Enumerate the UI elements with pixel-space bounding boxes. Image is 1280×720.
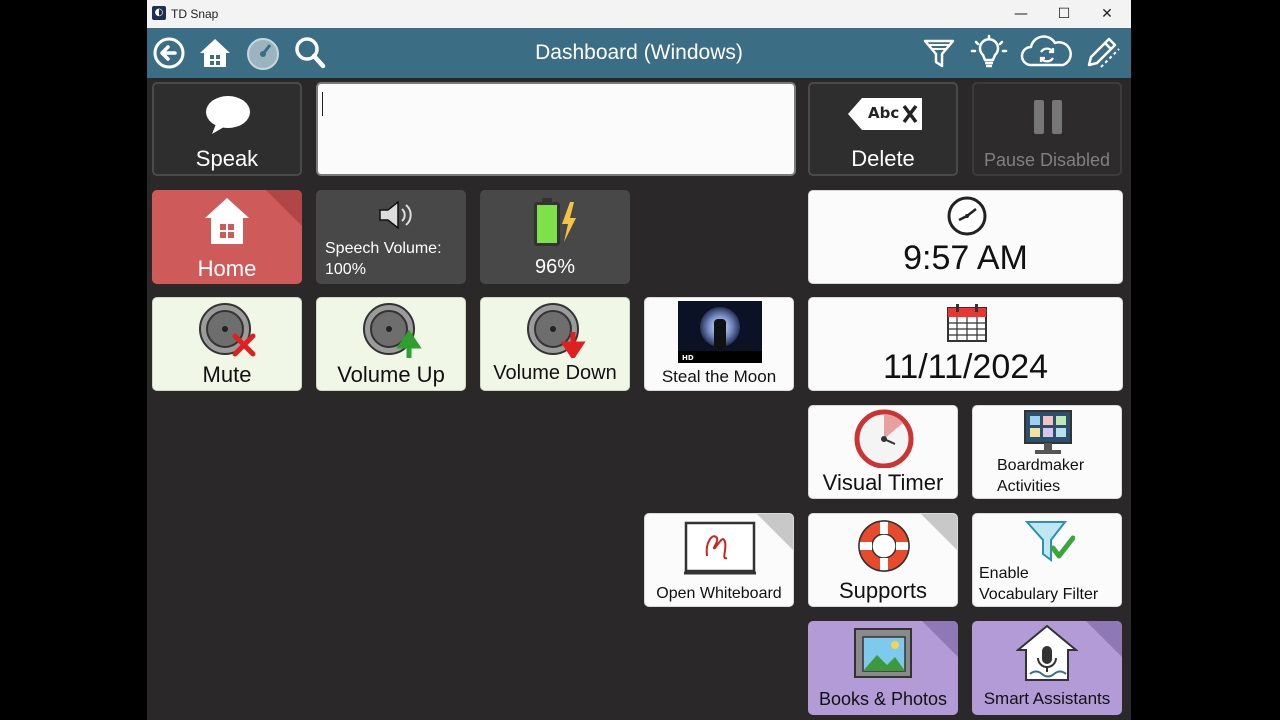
speaker-icon — [379, 200, 412, 230]
battery-button[interactable]: 96% — [480, 190, 630, 284]
pause-icon — [1034, 100, 1044, 134]
speak-label: Speak — [195, 146, 259, 171]
lightbulb-icon[interactable] — [969, 33, 1009, 73]
speech-volume-label: Speech Volume: — [325, 240, 442, 257]
clock-button[interactable]: 9:57 AM — [808, 190, 1123, 284]
delete-word-icon: Abc — [846, 96, 924, 132]
boardmaker-label-line1: Boardmaker — [997, 457, 1085, 474]
battery-charging-icon — [534, 198, 576, 246]
window-title: TD Snap — [171, 7, 219, 21]
text-cursor — [322, 92, 323, 116]
app-icon: ◐ — [152, 6, 166, 20]
home-icon[interactable] — [195, 33, 235, 73]
supports-button[interactable]: Supports — [808, 513, 958, 607]
steal-the-moon-label: Steal the Moon — [661, 367, 777, 386]
volume-up-icon — [363, 303, 422, 358]
clock-icon — [947, 196, 987, 236]
photo-album-icon — [854, 628, 912, 678]
open-whiteboard-label: Open Whiteboard — [656, 585, 782, 602]
mute-speaker-icon — [199, 303, 256, 357]
visual-timer-button[interactable]: Visual Timer — [808, 405, 958, 499]
vocabulary-filter-check-icon — [1025, 521, 1075, 562]
window-titlebar: ◐ TD Snap — ☐ ✕ — [147, 0, 1131, 29]
back-arrow-icon[interactable] — [149, 33, 189, 73]
home-button[interactable]: Home — [152, 190, 302, 284]
volume-up-button[interactable]: Volume Up — [316, 297, 466, 391]
supports-label: Supports — [838, 578, 928, 603]
home-icon — [205, 198, 249, 244]
whiteboard-icon — [684, 521, 756, 575]
volume-down-label: Volume Down — [493, 362, 617, 384]
delete-label: Delete — [851, 146, 915, 171]
steal-the-moon-button[interactable]: HD Steal the Moon — [644, 297, 794, 391]
enable-vocab-label-line1: Enable — [979, 565, 1029, 582]
edit-pencil-icon[interactable] — [1081, 33, 1121, 73]
mute-label: Mute — [202, 362, 252, 387]
calendar-icon — [947, 304, 987, 342]
visual-timer-label: Visual Timer — [822, 470, 944, 495]
maximize-button[interactable]: ☐ — [1044, 4, 1084, 24]
enable-vocabulary-filter-button[interactable]: Enable Vocabulary Filter — [972, 513, 1122, 607]
books-photos-label: Books & Photos — [818, 689, 948, 709]
delete-button[interactable]: Abc Delete — [808, 82, 958, 176]
mute-button[interactable]: Mute — [152, 297, 302, 391]
date-label: 11/11/2024 — [882, 348, 1049, 386]
td-snap-window: ◐ TD Snap — ☐ ✕ Dashboard (Windows) Spea… — [147, 0, 1131, 720]
sync-cloud-icon[interactable] — [1019, 33, 1075, 73]
clock-time: 9:57 AM — [903, 239, 1028, 277]
speech-bubble-icon — [206, 96, 250, 134]
home-label: Home — [197, 256, 257, 281]
page-title: Dashboard (Windows) — [535, 41, 743, 64]
speech-volume-button[interactable]: Speech Volume: 100% — [316, 190, 466, 284]
speak-button[interactable]: Speak — [152, 82, 302, 176]
vocabulary-filter-icon[interactable] — [919, 33, 959, 73]
boardmaker-monitor-icon — [1024, 410, 1072, 454]
smart-assistants-button[interactable]: Smart Assistants — [972, 621, 1122, 715]
smart-home-assistant-icon — [1016, 624, 1078, 681]
minimize-button[interactable]: — — [1001, 4, 1041, 24]
enable-vocab-label-line2: Vocabulary Filter — [979, 586, 1099, 603]
books-photos-button[interactable]: Books & Photos — [808, 621, 958, 715]
message-window[interactable] — [316, 82, 796, 176]
dashboard-gauge-icon[interactable] — [243, 33, 283, 73]
visual-timer-icon — [854, 409, 914, 468]
volume-up-label: Volume Up — [337, 362, 445, 387]
boardmaker-label-line2: Activities — [997, 478, 1061, 495]
open-whiteboard-button[interactable]: Open Whiteboard — [644, 513, 794, 607]
video-thumbnail: HD — [678, 301, 762, 363]
speech-volume-value: 100% — [325, 261, 366, 278]
pause-label: Pause Disabled — [983, 150, 1111, 170]
volume-down-icon — [527, 303, 586, 358]
date-button[interactable]: 11/11/2024 — [808, 297, 1123, 391]
volume-down-button[interactable]: Volume Down — [480, 297, 630, 391]
hd-badge: HD — [682, 354, 694, 362]
boardmaker-activities-button[interactable]: Boardmaker Activities — [972, 405, 1122, 499]
search-icon[interactable] — [290, 33, 330, 73]
close-button[interactable]: ✕ — [1087, 4, 1127, 24]
lifebuoy-icon — [858, 520, 910, 572]
toolbar: Dashboard (Windows) — [147, 28, 1131, 78]
pause-button[interactable]: Pause Disabled — [972, 82, 1122, 176]
battery-label: 96% — [534, 256, 576, 278]
smart-assistants-label: Smart Assistants — [983, 689, 1111, 708]
